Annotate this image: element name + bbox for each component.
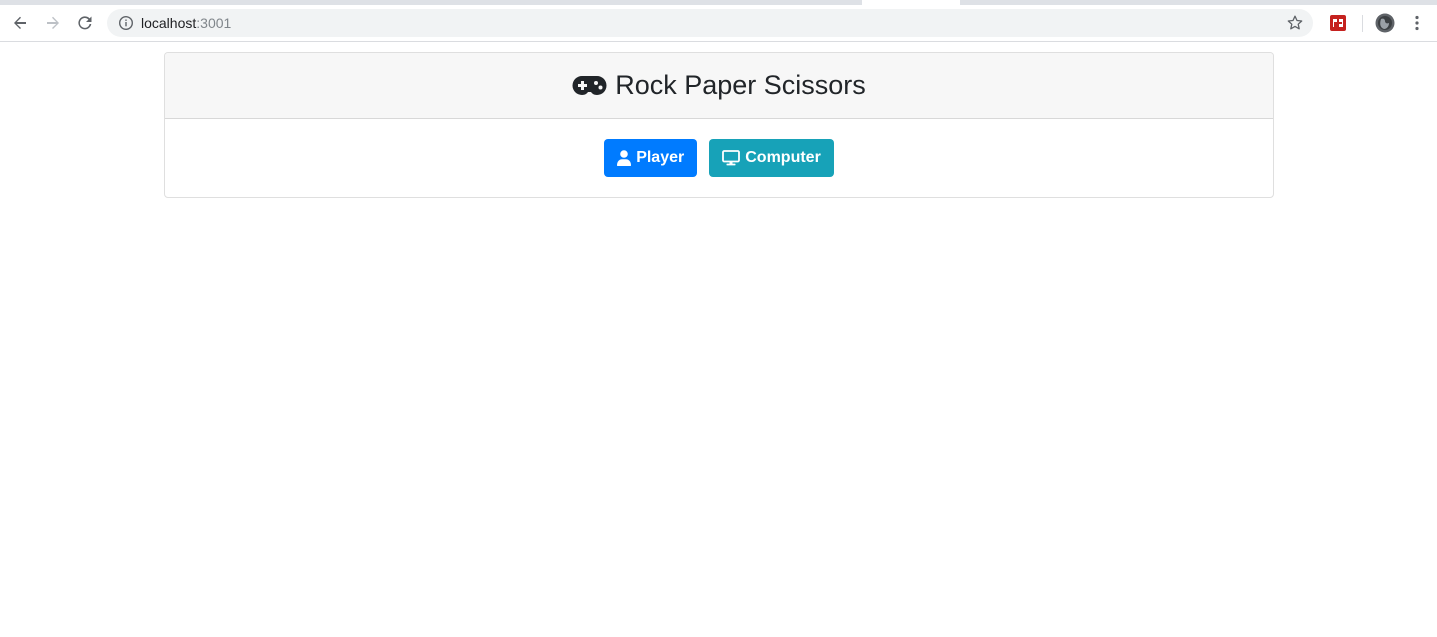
card-body: Player Computer	[165, 119, 1273, 197]
info-icon[interactable]	[118, 15, 134, 31]
reload-button[interactable]	[74, 12, 96, 34]
player-button-label: Player	[636, 149, 685, 166]
computer-button-label: Computer	[745, 149, 821, 166]
player-button[interactable]: Player	[604, 139, 698, 177]
back-button[interactable]	[9, 12, 31, 34]
url-host: localhost	[141, 15, 197, 31]
page-title-text: Rock Paper Scissors	[615, 70, 866, 100]
card-header: Rock Paper Scissors	[165, 53, 1273, 119]
profile-avatar-icon[interactable]	[1375, 13, 1395, 33]
page-title: Rock Paper Scissors	[572, 70, 866, 101]
desktop-icon	[722, 150, 741, 166]
gamepad-icon	[572, 75, 607, 95]
url-text[interactable]: localhost:3001	[141, 15, 231, 31]
star-icon[interactable]	[1286, 14, 1304, 32]
game-card: Rock Paper Scissors Player Computer	[164, 52, 1274, 198]
arrow-right-icon	[47, 16, 59, 29]
forward-button[interactable]	[42, 12, 64, 34]
more-vert-icon[interactable]	[1408, 14, 1426, 32]
computer-button[interactable]: Computer	[709, 139, 834, 177]
arrow-left-icon	[14, 16, 26, 29]
toolbar-divider	[1362, 15, 1363, 32]
reload-icon	[78, 16, 92, 30]
address-bar[interactable]: localhost:3001	[107, 9, 1313, 37]
browser-toolbar: localhost:3001	[0, 5, 1437, 42]
url-port: :3001	[196, 15, 232, 31]
extension-icon[interactable]	[1329, 14, 1347, 32]
user-icon	[617, 150, 632, 166]
